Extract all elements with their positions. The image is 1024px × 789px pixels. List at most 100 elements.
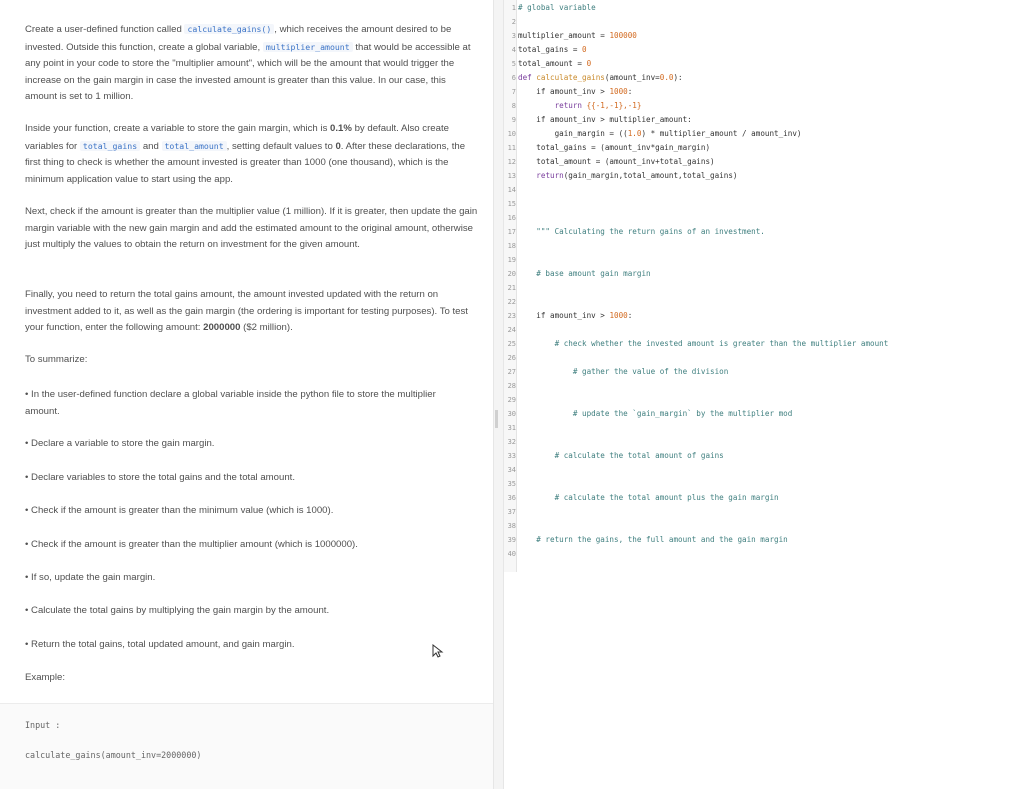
bold-text: 2000000: [203, 322, 241, 334]
line-number: 30: [507, 410, 516, 418]
code-line[interactable]: # update the `gain_margin` by the multip…: [518, 409, 792, 418]
summary-bullet: • Check if the amount is greater than th…: [25, 539, 358, 550]
input-code: calculate_gains(amount_inv=2000000): [25, 750, 202, 760]
code-token: {{-1,-1},-1}: [586, 101, 642, 110]
code-line[interactable]: """ Calculating the return gains of an i…: [518, 227, 765, 236]
code-line[interactable]: total_gains = (amount_inv*gain_margin): [518, 143, 710, 152]
code-line[interactable]: # calculate the total amount plus the ga…: [518, 493, 779, 502]
line-number: 40: [507, 550, 516, 558]
summary-bullet: • If so, update the gain margin.: [25, 572, 156, 583]
code-token: 0: [586, 59, 592, 68]
code-token: 0: [582, 45, 587, 54]
summary-bullet: • In the user-defined function declare a…: [25, 389, 436, 417]
line-number: 7: [511, 88, 516, 96]
summary-bullet: • Declare variables to store the total g…: [25, 472, 296, 483]
code-token: ) * multiplier_amount / amount_inv): [641, 129, 802, 138]
inline-code: total_amount: [161, 140, 227, 151]
code-token: multiplier_amount =: [518, 31, 610, 40]
line-number: 5: [511, 60, 516, 68]
inline-code: calculate_gains(): [184, 24, 275, 34]
line-number: 3: [511, 32, 516, 40]
code-token: def: [518, 73, 537, 82]
example-label: Example:: [25, 672, 65, 683]
summary-bullet: • Calculate the total gains by multiplyi…: [25, 605, 330, 616]
resize-handle[interactable]: [495, 410, 498, 428]
line-number: 11: [507, 144, 516, 152]
line-number: 18: [507, 242, 516, 250]
code-token: if amount_inv >: [518, 311, 610, 320]
line-number: 22: [507, 298, 516, 306]
code-line[interactable]: total_gains = 0: [518, 45, 587, 54]
code-line[interactable]: if amount_inv > multiplier_amount:: [518, 115, 692, 124]
line-number: 32: [507, 438, 516, 446]
code-line[interactable]: total_amount = (amount_inv+total_gains): [518, 157, 714, 166]
line-number: 13: [507, 172, 516, 180]
code-line[interactable]: gain_margin = ((1.0) * multiplier_amount…: [518, 129, 802, 138]
code-token: 1000: [609, 87, 628, 96]
code-editor[interactable]: 1 2 3 4 5 6 7 8 9 10 11 12 13 14 15 16 1…: [504, 0, 1024, 789]
line-number: 14: [507, 186, 516, 194]
summary-bullet: • Declare a variable to store the gain m…: [25, 438, 215, 449]
text: Create a user-defined function called: [25, 24, 185, 35]
summary-heading: To summarize:: [25, 354, 88, 365]
instructions-paragraph-2: Inside your function, create a variable …: [25, 121, 480, 188]
line-number: 15: [507, 200, 516, 208]
line-number: 16: [507, 214, 516, 222]
line-number: 24: [507, 326, 516, 334]
line-number: 19: [507, 256, 516, 264]
code-token: (amount_inv=: [604, 73, 660, 82]
inline-code: multiplier_amount: [262, 41, 353, 52]
line-number: 35: [507, 480, 516, 488]
code-token: (gain_margin,total_amount,total_gains): [563, 171, 738, 180]
code-token: calculate_gains: [536, 73, 605, 82]
code-line[interactable]: if amount_inv > 1000:: [518, 87, 632, 96]
line-number: 21: [507, 284, 516, 292]
code-line[interactable]: total_amount = 0: [518, 59, 591, 68]
line-number: 39: [507, 536, 516, 544]
code-token: # global variable: [518, 3, 596, 12]
line-number: 8: [511, 102, 516, 110]
code-line[interactable]: multiplier_amount = 100000: [518, 31, 637, 40]
code-line[interactable]: # return the gains, the full amount and …: [518, 535, 787, 544]
summary-bullet: • Check if the amount is greater than th…: [25, 505, 334, 516]
code-token: 1000: [609, 311, 628, 320]
code-token: total_gains =: [518, 45, 583, 54]
line-number: 12: [507, 158, 516, 166]
line-number: 6: [511, 74, 516, 82]
code-token: 0.0: [659, 73, 674, 82]
code-line[interactable]: return(gain_margin,total_amount,total_ga…: [518, 171, 737, 180]
mouse-pointer-icon: [432, 644, 444, 658]
line-number: 38: [507, 522, 516, 530]
panel-divider[interactable]: [493, 0, 504, 789]
line-number: 20: [507, 270, 516, 278]
code-line[interactable]: def calculate_gains(amount_inv=0.0):: [518, 73, 683, 82]
line-number: 28: [507, 382, 516, 390]
line-number: 33: [507, 452, 516, 460]
code-line[interactable]: # calculate the total amount of gains: [518, 451, 724, 460]
code-line[interactable]: # gather the value of the division: [518, 367, 728, 376]
code-token: return: [536, 171, 564, 180]
code-line[interactable]: # check whether the invested amount is g…: [518, 339, 889, 348]
line-number: 9: [511, 116, 516, 124]
line-number: 26: [507, 354, 516, 362]
code-line[interactable]: # global variable: [518, 3, 596, 12]
inline-code: total_gains: [79, 140, 141, 151]
code-line[interactable]: return {{-1,-1},-1}: [518, 101, 642, 110]
code-token: return: [518, 101, 587, 110]
code-token: gain_margin = ((: [518, 129, 628, 138]
text: and: [140, 140, 162, 152]
instructions-paragraph-4: Finally, you need to return the total ga…: [25, 287, 480, 337]
line-number: 17: [507, 228, 516, 236]
code-line[interactable]: # base amount gain margin: [518, 269, 650, 278]
summary-bullet: • Return the total gains, total updated …: [25, 639, 295, 650]
input-label: Input :: [25, 720, 61, 730]
line-number: 37: [507, 508, 516, 516]
line-number: 27: [507, 368, 516, 376]
text: ($2 million).: [240, 322, 293, 334]
code-token: if amount_inv > multiplier_amount:: [518, 115, 692, 124]
line-number: 2: [511, 18, 516, 26]
bold-text: 0.1%: [330, 123, 352, 134]
line-number: 31: [507, 424, 516, 432]
code-line[interactable]: if amount_inv > 1000:: [518, 311, 632, 320]
line-number: 25: [507, 340, 516, 348]
